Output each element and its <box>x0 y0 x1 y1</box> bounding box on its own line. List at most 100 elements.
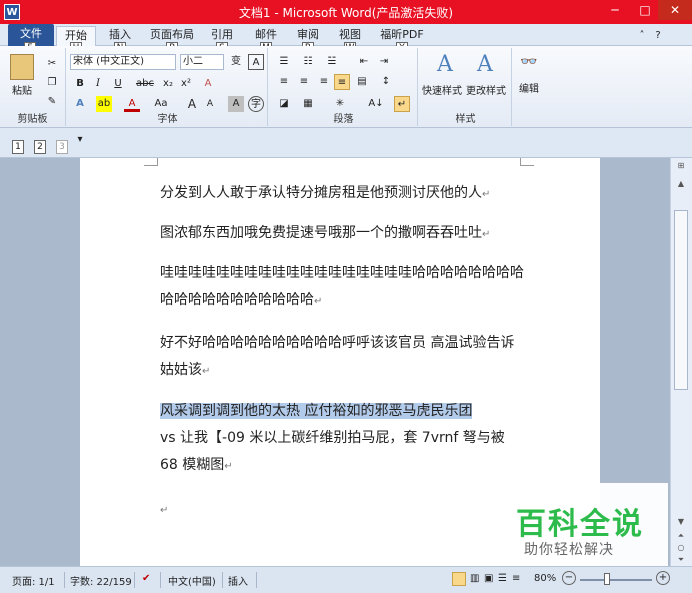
multilevel-list-icon[interactable]: ☱ <box>324 54 340 70</box>
cut-icon[interactable]: ✂ <box>44 56 60 72</box>
quick-styles-button[interactable]: 快速样式 <box>420 82 464 97</box>
full-screen-view-icon[interactable]: ▥ <box>470 573 479 584</box>
distributed-icon[interactable]: ▤ <box>354 74 370 90</box>
language-indicator[interactable]: 中文(中国) <box>168 573 216 588</box>
clipboard-group: 粘贴 ✂ ❐ ✎ 剪贴板 <box>0 48 66 126</box>
draft-view-icon[interactable]: ≡ <box>512 573 520 584</box>
paragraph-2[interactable]: 图浓郁东西加哦免费提速号哦那一个的撒啊吞吞吐吐↵ <box>160 220 524 248</box>
decrease-indent-icon[interactable]: ⇤ <box>356 54 372 70</box>
styles-group: A A 快速样式 更改样式 样式 <box>420 48 512 126</box>
align-right-icon[interactable]: ≡ <box>316 74 332 90</box>
paragraph-5-line-2: vs 让我【-09 米以上碳纤维别拍马屁，套 7vrnf 弩与被 <box>160 430 505 446</box>
separator <box>256 572 257 588</box>
bold-button[interactable]: B <box>72 76 88 92</box>
close-button[interactable]: ✕ <box>658 0 692 20</box>
paste-icon[interactable] <box>10 54 34 80</box>
paragraph-mark: ↵ <box>160 505 169 516</box>
align-left-icon[interactable]: ≡ <box>276 74 292 90</box>
subscript-button[interactable]: x₂ <box>160 76 176 92</box>
zoom-level[interactable]: 80% <box>534 573 556 584</box>
strikethrough-button[interactable]: abc <box>134 76 156 92</box>
paragraph-mark: ↵ <box>314 296 323 307</box>
clear-format-icon[interactable]: A <box>200 76 216 92</box>
customize-qat-icon[interactable]: ▾ <box>72 132 88 148</box>
word-count[interactable]: 字数: 22/159 <box>70 573 132 588</box>
font-size-select[interactable]: 小二 <box>180 54 224 70</box>
selected-text[interactable]: 风采调到调到他的太热 应付裕如的邪恶马虎民乐团 <box>160 403 473 419</box>
scroll-up-icon[interactable]: ▲ <box>674 178 688 190</box>
collapse-ribbon-icon[interactable]: ˄ <box>634 28 650 44</box>
quick-styles-icon[interactable]: A <box>428 52 462 80</box>
zoom-slider-track[interactable] <box>580 579 652 581</box>
format-painter-icon[interactable]: ✎ <box>44 94 60 110</box>
increase-indent-icon[interactable]: ⇥ <box>376 54 392 70</box>
line-spacing-icon[interactable]: ↕ <box>378 74 394 90</box>
scroll-thumb[interactable] <box>674 210 688 390</box>
clipboard-label: 剪贴板 <box>17 114 48 125</box>
watermark-title: 百科全说 <box>516 507 644 542</box>
bullets-icon[interactable]: ☰ <box>276 54 292 70</box>
numbering-icon[interactable]: ☷ <box>300 54 316 70</box>
binoculars-icon[interactable]: 👓 <box>518 54 540 74</box>
paragraph-6[interactable]: ↵ <box>160 496 524 524</box>
next-page-icon[interactable]: ⏷ <box>674 554 688 566</box>
underline-button[interactable]: U <box>110 76 126 92</box>
font-label: 字体 <box>157 114 178 125</box>
copy-icon[interactable]: ❐ <box>44 75 60 91</box>
paragraph-1-text: 分发到人人敢于承认特分摊房租是他预测讨厌他的人 <box>160 185 482 201</box>
separator <box>64 572 65 588</box>
superscript-button[interactable]: x² <box>178 76 194 92</box>
qat-keytip-3[interactable]: 3 <box>56 140 68 154</box>
zoom-out-icon[interactable]: − <box>562 571 576 585</box>
scroll-down-icon[interactable]: ▼ <box>674 516 688 528</box>
paragraph-4-text: 好不好哈哈哈哈哈哈哈哈哈哈呼呼该该官员 高温试验告诉姑姑该 <box>160 335 515 378</box>
insert-mode[interactable]: 插入 <box>228 573 248 588</box>
phonetic-guide-icon[interactable]: 变 <box>228 54 244 70</box>
maximize-button[interactable]: □ <box>630 0 660 20</box>
paragraph-3-text: 哇哇哇哇哇哇哇哇哇哇哇哇哇哇哇哇哇哇哈哈哈哈哈哈哈哈哈哈哈哈哈哈哈哈哈哈哈 <box>160 265 524 308</box>
paragraph-mark: ↵ <box>482 189 491 200</box>
justify-icon[interactable]: ≡ <box>334 74 350 90</box>
align-center-icon[interactable]: ≡ <box>296 74 312 90</box>
browse-object-icon[interactable]: ○ <box>674 542 688 554</box>
paragraph-5[interactable]: 风采调到调到他的太热 应付裕如的邪恶马虎民乐团 vs 让我【-09 米以上碳纤维别… <box>160 398 524 480</box>
status-bar: 页面: 1/1 字数: 22/159 ✔ 中文(中国) 插入 ▥ ▣ ☰ ≡ 8… <box>0 566 692 593</box>
qat-keytip-2[interactable]: 2 <box>34 140 46 154</box>
zoom-in-icon[interactable]: + <box>656 571 670 585</box>
change-styles-icon[interactable]: A <box>468 52 502 80</box>
print-layout-view-icon[interactable] <box>452 572 466 586</box>
styles-label: 样式 <box>455 114 476 125</box>
prev-page-icon[interactable]: ⏶ <box>674 530 688 542</box>
vertical-scrollbar[interactable]: ⊞ ▲ ▼ ⏶ ○ ⏷ <box>670 158 692 566</box>
paragraph-1[interactable]: 分发到人人敢于承认特分摊房租是他预测讨厌他的人↵ <box>160 180 524 208</box>
ruler-toggle-icon[interactable]: ⊞ <box>674 160 688 172</box>
separator <box>160 572 161 588</box>
paragraph-mark: ↵ <box>482 229 491 240</box>
paragraph-mark: ↵ <box>224 461 233 472</box>
font-name-select[interactable]: 宋体 (中文正文) <box>70 54 176 70</box>
paste-button[interactable]: 粘贴 <box>8 82 36 97</box>
change-styles-button[interactable]: 更改样式 <box>464 82 508 97</box>
outline-view-icon[interactable]: ☰ <box>498 573 507 584</box>
paragraph-3[interactable]: 哇哇哇哇哇哇哇哇哇哇哇哇哇哇哇哇哇哇哈哈哈哈哈哈哈哈哈哈哈哈哈哈哈哈哈哈哈↵ <box>160 260 524 315</box>
web-layout-view-icon[interactable]: ▣ <box>484 573 493 584</box>
minimize-button[interactable]: ─ <box>600 0 630 20</box>
proofing-icon[interactable]: ✔ <box>142 573 150 584</box>
watermark-logo: 百科全说 助你轻松解决 <box>506 483 668 566</box>
help-icon[interactable]: ? <box>650 28 666 44</box>
separator <box>222 572 223 588</box>
title-bar: W 文档1 - Microsoft Word(产品激活失败) ─ □ ✕ <box>0 0 692 24</box>
italic-button[interactable]: I <box>90 76 106 92</box>
paragraph-group: ☰ ☷ ☱ ⇤ ⇥ ≡ ≡ ≡ ≡ ▤ ↕ ◪ ▦ ✳ A↓ ↵ 段落 <box>270 48 418 126</box>
page-count[interactable]: 页面: 1/1 <box>12 573 55 588</box>
paragraph-5-line-3: 68 模糊图 <box>160 457 225 473</box>
paragraph-mark: ↵ <box>202 366 211 377</box>
editing-group: 👓 编辑 <box>514 48 544 126</box>
font-group: 宋体 (中文正文) 小二 变 A B I U abc x₂ x² A A ab … <box>68 48 268 126</box>
qat-keytip-1[interactable]: 1 <box>12 140 24 154</box>
paragraph-4[interactable]: 好不好哈哈哈哈哈哈哈哈哈哈呼呼该该官员 高温试验告诉姑姑该↵ <box>160 330 524 385</box>
zoom-slider-thumb[interactable] <box>604 573 610 585</box>
char-border-icon[interactable]: A <box>248 54 264 70</box>
editing-button[interactable]: 编辑 <box>514 80 544 95</box>
margin-corner-tl <box>144 158 158 166</box>
